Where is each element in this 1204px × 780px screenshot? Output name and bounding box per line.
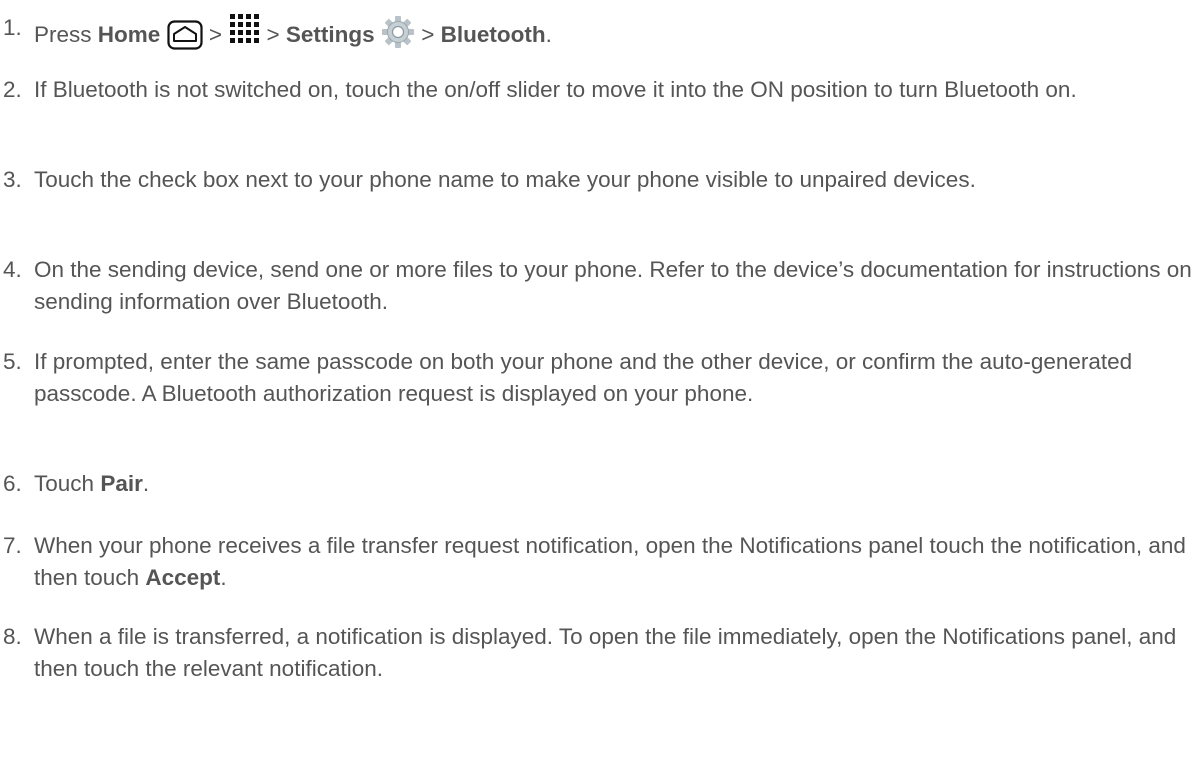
step-number: 7. — [3, 533, 22, 558]
step-text: Touch Pair. — [34, 471, 150, 496]
step-text: When a file is transferred, a notificati… — [34, 624, 1177, 681]
settings-label: Settings — [285, 22, 375, 47]
home-key-icon — [166, 20, 203, 59]
step-number: 1. — [3, 15, 22, 40]
step-text: On the sending device, send one or more … — [34, 257, 1192, 314]
step-number: 3. — [3, 167, 22, 192]
home-label: Home — [97, 22, 161, 47]
bluetooth-label: Bluetooth — [440, 22, 546, 47]
separator: > — [421, 22, 435, 47]
step-text: If prompted, enter the same passcode on … — [34, 349, 1133, 406]
step-number: 6. — [3, 471, 22, 496]
step-text: When your phone receives a file transfer… — [34, 533, 1186, 590]
step-number: 5. — [3, 349, 22, 374]
step-text: If Bluetooth is not switched on, touch t… — [34, 77, 1077, 102]
pair-label: Pair — [100, 471, 143, 496]
separator: > — [266, 22, 280, 47]
apps-grid-icon — [228, 12, 260, 53]
step-number: 4. — [3, 257, 22, 282]
document-page: { "steps": [ { "num": "1.", "parts": { "… — [0, 0, 1204, 780]
separator: > — [208, 22, 222, 47]
accept-label: Accept — [145, 565, 221, 590]
step-number: 2. — [3, 77, 22, 102]
settings-gear-icon — [381, 15, 415, 58]
press-text: Press — [34, 22, 92, 47]
step-text: Press Home > > Settings > Bluetooth. — [34, 12, 1202, 59]
step-number: 8. — [3, 624, 22, 649]
step-text: Touch the check box next to your phone n… — [34, 167, 976, 192]
